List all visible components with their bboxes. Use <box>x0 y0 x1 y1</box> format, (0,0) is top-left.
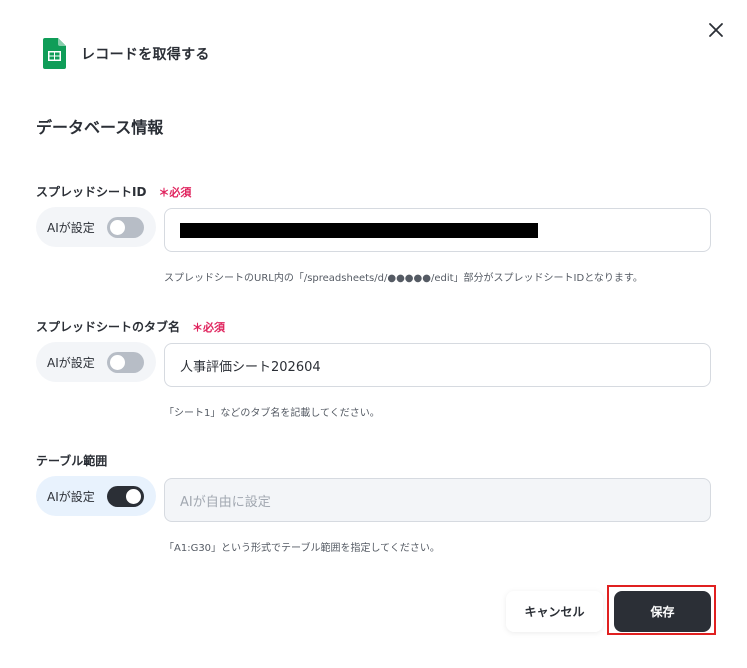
table-range-input[interactable]: AIが自由に設定 <box>164 478 711 522</box>
save-button[interactable]: 保存 <box>614 591 711 632</box>
close-icon <box>709 23 723 37</box>
field-label-text: スプレッドシートのタブ名 <box>36 320 181 334</box>
ai-toggle-spreadsheet-id[interactable] <box>107 216 144 238</box>
ai-toggle-tab-name[interactable] <box>107 351 144 373</box>
google-sheets-icon <box>43 38 66 69</box>
record-fetch-dialog: レコードを取得する データベース情報 スプレッドシートID ＊必須 AIが設定 … <box>0 0 747 668</box>
dialog-header: レコードを取得する <box>43 38 210 69</box>
close-button[interactable] <box>703 17 729 43</box>
spreadsheet-id-input[interactable] <box>164 208 711 252</box>
section-title: データベース情報 <box>36 118 164 137</box>
help-text-tab-name: 「シート1」などのタブ名を記載してください。 <box>164 408 380 419</box>
ai-toggle-table-range[interactable] <box>107 485 144 507</box>
ai-setting-label: AIが設定 <box>47 355 95 370</box>
field-label-spreadsheet-id: スプレッドシートID ＊必須 <box>36 183 191 200</box>
dialog-title: レコードを取得する <box>81 46 210 63</box>
required-badge: ＊必須 <box>192 320 226 334</box>
toggle-knob <box>110 219 125 235</box>
help-text-table-range: 「A1:G30」という形式でテーブル範囲を指定してください。 <box>164 543 440 554</box>
field-label-text: テーブル範囲 <box>36 454 108 468</box>
field-label-tab-name: スプレッドシートのタブ名 ＊必須 <box>36 318 225 335</box>
toggle-knob <box>126 488 141 504</box>
ai-setting-label: AIが設定 <box>47 489 95 504</box>
ai-setting-table-range: AIが設定 <box>36 476 156 516</box>
cancel-button[interactable]: キャンセル <box>506 591 603 632</box>
required-badge: ＊必須 <box>158 185 192 199</box>
toggle-knob <box>110 354 125 370</box>
field-label-text: スプレッドシートID <box>36 185 147 199</box>
field-label-table-range: テーブル範囲 <box>36 452 107 469</box>
redacted-value <box>180 222 538 238</box>
tab-name-value: 人事評価シート202604 <box>180 359 321 375</box>
tab-name-input[interactable]: 人事評価シート202604 <box>164 343 711 387</box>
table-range-placeholder: AIが自由に設定 <box>180 494 271 510</box>
ai-setting-tab-name: AIが設定 <box>36 342 156 382</box>
ai-setting-label: AIが設定 <box>47 220 95 235</box>
ai-setting-spreadsheet-id: AIが設定 <box>36 207 156 247</box>
help-text-spreadsheet-id: スプレッドシートのURL内の「/spreadsheets/d/●●●●●/edi… <box>164 273 643 284</box>
